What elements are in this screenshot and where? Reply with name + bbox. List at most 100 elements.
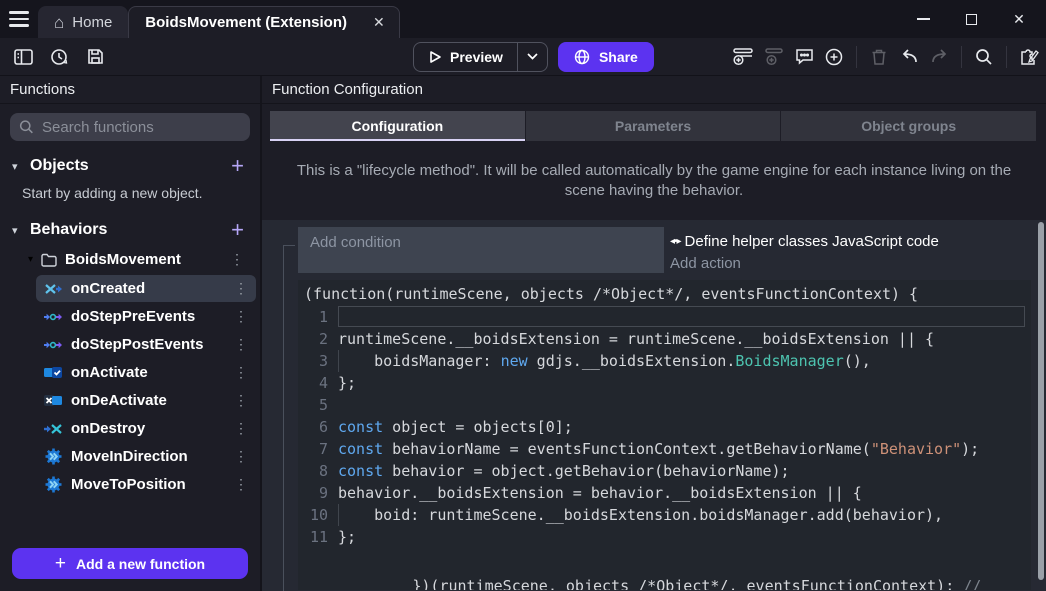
code-line-5[interactable]: 5 xyxy=(302,394,1031,416)
code-text: }; xyxy=(338,372,1025,394)
play-icon xyxy=(428,50,442,64)
code-line-11[interactable]: 11}; xyxy=(302,526,1031,548)
tab-configuration[interactable]: Configuration xyxy=(270,111,526,141)
behaviors-section-header[interactable]: ▾ Behaviors + xyxy=(0,211,260,245)
add-condition-label: Add condition xyxy=(310,234,401,251)
share-label: Share xyxy=(599,49,638,65)
kebab-menu-icon[interactable]: ⋮ xyxy=(228,420,254,437)
event-indent-guide xyxy=(283,245,295,591)
add-comment-icon[interactable] xyxy=(791,44,817,70)
history-icon[interactable] xyxy=(46,44,72,70)
add-action-label: Add action xyxy=(670,255,741,272)
add-object-button[interactable]: + xyxy=(227,155,248,177)
behavior-item-ondeactivate[interactable]: onDeActivate⋮ xyxy=(36,387,256,414)
preview-dropdown-button[interactable] xyxy=(517,43,547,71)
line-number: 2 xyxy=(302,328,338,350)
code-line-7[interactable]: 7const behaviorName = eventsFunctionCont… xyxy=(302,438,1031,460)
toggle-on-icon xyxy=(44,365,62,381)
objects-section-header[interactable]: ▾ Objects + xyxy=(0,147,260,181)
behavior-group-boidsmovement[interactable]: ▾ BoidsMovement ⋮ xyxy=(0,245,260,274)
code-wrapper-footer: })(runtimeScene, objects /*Object*/, eve… xyxy=(302,555,1014,590)
edit-extension-icon[interactable] xyxy=(1016,44,1042,70)
code-line-6[interactable]: 6const object = objects[0]; xyxy=(302,416,1031,438)
code-line-8[interactable]: 8const behavior = object.getBehavior(beh… xyxy=(302,460,1031,482)
add-new-function-label: Add a new function xyxy=(76,556,205,572)
search-icon[interactable] xyxy=(971,44,997,70)
behavior-item-movetoposition[interactable]: MoveToPosition⋮ xyxy=(36,471,256,498)
collapse-arrow-icon[interactable]: ▾ xyxy=(12,224,22,237)
code-line-3[interactable]: 3 boidsManager: new gdjs.__boidsExtensio… xyxy=(302,350,1031,372)
behavior-item-oncreated[interactable]: onCreated⋮ xyxy=(36,275,256,302)
add-action-area[interactable]: Add action xyxy=(670,253,1030,275)
code-text: const behavior = object.getBehavior(beha… xyxy=(338,460,1025,482)
minimize-button[interactable] xyxy=(912,8,934,30)
behavior-function-list: onCreated⋮doStepPreEvents⋮doStepPostEven… xyxy=(0,274,260,499)
js-code-editor[interactable]: (function(runtimeScene, objects /*Object… xyxy=(298,280,1031,590)
kebab-menu-icon[interactable]: ⋮ xyxy=(228,476,254,493)
kebab-menu-icon[interactable]: ⋮ xyxy=(228,392,254,409)
behavior-item-dosteppostevents[interactable]: doStepPostEvents⋮ xyxy=(36,331,256,358)
behavior-item-onactivate[interactable]: onActivate⋮ xyxy=(36,359,256,386)
redo-icon[interactable] xyxy=(926,44,952,70)
search-functions-input[interactable] xyxy=(42,119,241,136)
tab-boidsmovement-extension[interactable]: BoidsMovement (Extension) ✕ xyxy=(128,6,399,38)
toolbar: Preview Share xyxy=(0,38,1046,76)
hamburger-menu-icon[interactable] xyxy=(0,0,38,38)
kebab-menu-icon[interactable]: ⋮ xyxy=(228,280,254,297)
delete-icon[interactable] xyxy=(866,44,892,70)
add-event-icon[interactable] xyxy=(731,44,757,70)
add-new-function-button[interactable]: + Add a new function xyxy=(12,548,248,579)
kebab-menu-icon[interactable]: ⋮ xyxy=(224,251,250,268)
add-behavior-button[interactable]: + xyxy=(227,219,248,241)
line-number: 5 xyxy=(302,394,338,416)
add-circle-icon[interactable] xyxy=(821,44,847,70)
add-condition-area[interactable]: Add condition xyxy=(298,227,664,273)
js-event-icon: ◂•▸ xyxy=(670,236,681,247)
tab-object-groups[interactable]: Object groups xyxy=(781,111,1036,141)
events-sheet: Add condition ◂•▸ Define helper classes … xyxy=(262,220,1046,591)
js-event-title[interactable]: ◂•▸ Define helper classes JavaScript cod… xyxy=(670,231,1030,253)
functions-sidebar: Functions ▾ Objects + Start by adding a … xyxy=(0,76,262,591)
kebab-menu-icon[interactable]: ⋮ xyxy=(228,448,254,465)
preview-button-group: Preview xyxy=(413,42,548,72)
close-window-button[interactable]: ✕ xyxy=(1008,8,1030,30)
tab-home[interactable]: ⌂ Home xyxy=(38,6,128,38)
event-row: Add condition ◂•▸ Define helper classes … xyxy=(298,227,1030,275)
collapse-arrow-icon[interactable]: ▾ xyxy=(28,254,33,265)
function-configuration-panel: Function Configuration ConfigurationPara… xyxy=(262,76,1046,591)
code-line-1[interactable]: 1 xyxy=(302,306,1031,328)
project-manager-icon[interactable] xyxy=(10,44,36,70)
destroy-icon xyxy=(44,421,62,437)
main-header: Function Configuration xyxy=(262,76,1046,104)
search-input-icon xyxy=(19,119,34,135)
tab-parameters[interactable]: Parameters xyxy=(526,111,782,141)
collapse-arrow-icon[interactable]: ▾ xyxy=(12,160,22,173)
code-line-2[interactable]: 2runtimeScene.__boidsExtension = runtime… xyxy=(302,328,1031,350)
events-scrollbar[interactable] xyxy=(1038,222,1044,580)
chevron-down-icon xyxy=(527,53,538,60)
kebab-menu-icon[interactable]: ⋮ xyxy=(228,336,254,353)
behavior-item-ondestroy[interactable]: onDestroy⋮ xyxy=(36,415,256,442)
kebab-menu-icon[interactable]: ⋮ xyxy=(228,308,254,325)
behavior-item-moveindirection[interactable]: MoveInDirection⋮ xyxy=(36,443,256,470)
objects-section-title: Objects xyxy=(30,157,219,175)
code-text: }; xyxy=(338,526,1025,548)
maximize-button[interactable] xyxy=(960,8,982,30)
code-line-9[interactable]: 9behavior.__boidsExtension = behavior.__… xyxy=(302,482,1031,504)
lifecycle-description: This is a "lifecycle method". It will be… xyxy=(262,141,1046,220)
close-tab-icon[interactable]: ✕ xyxy=(369,12,389,33)
code-line-10[interactable]: 10 boid: runtimeScene.__boidsExtension.b… xyxy=(302,504,1031,526)
undo-icon[interactable] xyxy=(896,44,922,70)
home-tab-label: Home xyxy=(72,14,112,31)
preview-button[interactable]: Preview xyxy=(414,43,517,71)
sidebar-header: Functions xyxy=(0,76,260,104)
kebab-menu-icon[interactable]: ⋮ xyxy=(228,364,254,381)
behavior-item-dosteppreevents[interactable]: doStepPreEvents⋮ xyxy=(36,303,256,330)
line-number: 3 xyxy=(302,350,338,372)
code-line-4[interactable]: 4}; xyxy=(302,372,1031,394)
save-icon[interactable] xyxy=(82,44,108,70)
code-text: runtimeScene.__boidsExtension = runtimeS… xyxy=(338,328,1025,350)
search-functions-box[interactable] xyxy=(10,113,250,141)
share-button[interactable]: Share xyxy=(558,42,654,72)
add-sub-event-icon[interactable] xyxy=(761,44,787,70)
